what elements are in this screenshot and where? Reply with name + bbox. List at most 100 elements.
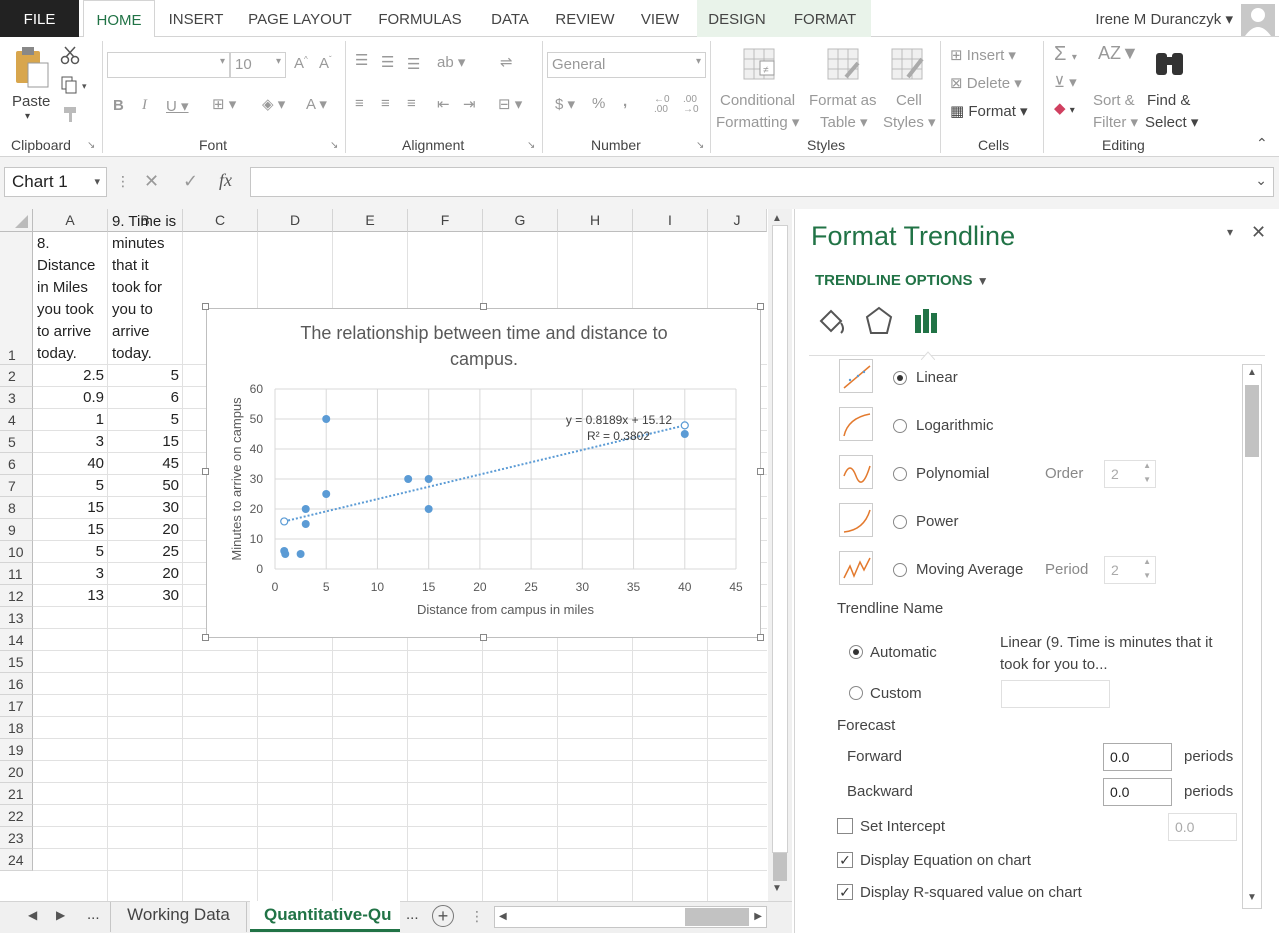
cell-styles-label-1[interactable]: Cell (896, 92, 922, 109)
format-as-table-button[interactable]: Table ▾ (820, 113, 868, 131)
row-header-14[interactable]: 14 (0, 629, 33, 651)
cell-a1-line[interactable]: today. (37, 343, 109, 365)
cell-b1-line[interactable]: took for (112, 277, 184, 299)
user-name[interactable]: Irene M Duranczyk ▾ (1095, 0, 1233, 40)
italic-icon[interactable]: I (142, 97, 147, 114)
merge-center-icon[interactable]: ⊟ ▾ (498, 95, 522, 113)
row-header-15[interactable]: 15 (0, 651, 33, 673)
trendline-endpoint-end[interactable] (680, 421, 689, 430)
delete-cells-label[interactable]: Delete (967, 75, 1010, 92)
x-tick-label[interactable]: 40 (678, 580, 692, 594)
find-select-label-2[interactable]: Select (1145, 114, 1187, 131)
x-tick-label[interactable]: 25 (524, 580, 538, 594)
set-intercept-checkbox[interactable] (837, 818, 853, 834)
x-axis-title[interactable]: Distance from campus in miles (417, 602, 594, 617)
x-tick-label[interactable]: 35 (627, 580, 641, 594)
cell-b1-line[interactable]: that it (112, 255, 184, 277)
worksheet-grid[interactable]: ABCDEFGHIJ 1 2 3 4 5 6 7 8 9 10 11 12 13 14 15 16 17 18 19… (0, 209, 767, 901)
data-point[interactable] (301, 505, 310, 513)
data-point[interactable] (322, 490, 331, 498)
name-box-dropdown-icon[interactable]: ▾ (94, 168, 100, 196)
cell-a1-line[interactable]: to arrive (37, 321, 109, 343)
conditional-formatting-button[interactable]: Formatting ▾ (716, 113, 799, 131)
y-tick-label[interactable]: 10 (250, 532, 264, 546)
vertical-scroll-thumb[interactable] (773, 853, 787, 881)
column-header-e[interactable]: E (333, 209, 408, 232)
resize-handle-left[interactable] (202, 468, 209, 475)
horizontal-scrollbar[interactable]: ◀ ▶ (494, 906, 767, 928)
data-point[interactable] (281, 550, 290, 558)
format-as-table-label-1[interactable]: Format as (809, 92, 877, 109)
trendline-options-label[interactable]: TRENDLINE OPTIONS (815, 272, 973, 289)
wrap-text-icon[interactable]: ⇌ (500, 53, 513, 71)
resize-handle-bottom-right[interactable] (757, 634, 764, 641)
tab-design[interactable]: DESIGN (700, 0, 774, 37)
column-header-j[interactable]: J (708, 209, 767, 232)
row-header-13[interactable]: 13 (0, 607, 33, 629)
conditional-formatting-icon[interactable]: ≠ (742, 47, 778, 86)
cell-a3[interactable]: 0.9 (33, 387, 108, 409)
y-tick-label[interactable]: 0 (256, 562, 263, 576)
tab-format[interactable]: FORMAT (782, 0, 868, 37)
chart[interactable]: The relationship between time and distan… (206, 308, 761, 638)
row-header-22[interactable]: 22 (0, 805, 33, 827)
chart-title-line-1[interactable]: The relationship between time and distan… (300, 323, 667, 343)
resize-handle-bottom[interactable] (480, 634, 487, 641)
autosum-icon[interactable]: Σ ▾ (1054, 43, 1077, 66)
y-tick-label[interactable]: 60 (250, 382, 264, 396)
pane-scroll-thumb[interactable] (1245, 385, 1259, 457)
intercept-input[interactable]: 0.0 (1168, 813, 1237, 841)
cell-b7[interactable]: 50 (108, 475, 183, 497)
scroll-up-icon[interactable]: ▲ (772, 213, 782, 224)
vertical-scroll-track[interactable] (772, 225, 788, 853)
font-size-combo[interactable]: 10 ▾ (230, 52, 286, 78)
cell-b12[interactable]: 30 (108, 585, 183, 607)
shrink-font-icon[interactable]: Aˇ (319, 55, 332, 72)
linear-radio[interactable] (893, 371, 907, 385)
order-value[interactable]: 2 (1111, 466, 1119, 482)
scatter-chart-svg[interactable]: The relationship between time and distan… (207, 309, 762, 639)
pane-scroll-up-icon[interactable]: ▲ (1247, 367, 1257, 378)
x-tick-label[interactable]: 5 (323, 580, 330, 594)
sheet-tab-active[interactable]: Quantitative-Qu (250, 901, 400, 932)
data-point[interactable] (296, 550, 305, 558)
backward-input[interactable]: 0.0 (1103, 778, 1172, 806)
cell-a10[interactable]: 5 (33, 541, 108, 563)
cell-a2[interactable]: 2.5 (33, 365, 108, 387)
row-header-21[interactable]: 21 (0, 783, 33, 805)
conditional-formatting-label-1[interactable]: Conditional (720, 92, 795, 109)
tab-page-layout[interactable]: PAGE LAYOUT (240, 0, 360, 37)
x-tick-label[interactable]: 10 (371, 580, 385, 594)
automatic-radio[interactable] (849, 645, 863, 659)
next-sheet-icon[interactable]: ▶ (56, 908, 65, 922)
data-point[interactable] (404, 475, 413, 483)
column-header-i[interactable]: I (633, 209, 708, 232)
clipboard-launcher-icon[interactable]: ↘ (87, 140, 95, 151)
period-spin-icon[interactable]: ▲ ▼ (1143, 555, 1151, 583)
underline-icon[interactable]: U ▾ (166, 97, 189, 115)
select-all-corner[interactable] (0, 209, 33, 232)
data-point[interactable] (680, 430, 689, 438)
vertical-scrollbar[interactable]: ▲ ▼ (768, 209, 792, 901)
formula-input[interactable]: ⌄ (250, 167, 1274, 197)
power-label[interactable]: Power (916, 513, 959, 530)
order-spin-icon[interactable]: ▲ ▼ (1143, 459, 1151, 487)
number-launcher-icon[interactable]: ↘ (696, 140, 704, 151)
order-spinner[interactable]: 2 ▲ ▼ (1104, 460, 1156, 488)
tab-insert[interactable]: INSERT (160, 0, 232, 37)
tab-review[interactable]: REVIEW (548, 0, 622, 37)
pane-scrollbar[interactable]: ▲ ▼ (1242, 364, 1262, 909)
row-header-12[interactable]: 12 (0, 585, 33, 607)
cell-b1-line[interactable]: 9. Time is (112, 211, 184, 233)
middle-align-icon[interactable]: ☰ (381, 53, 394, 71)
borders-icon[interactable]: ⊞ ▾ (212, 95, 236, 113)
x-tick-label[interactable]: 45 (729, 580, 743, 594)
x-tick-label[interactable]: 30 (576, 580, 590, 594)
row-header-4[interactable]: 4 (0, 409, 33, 431)
find-select-icon[interactable] (1152, 47, 1188, 82)
cell-b2[interactable]: 5 (108, 365, 183, 387)
cell-a8[interactable]: 15 (33, 497, 108, 519)
font-name-combo[interactable]: ▾ (107, 52, 230, 78)
sort-filter-label-1[interactable]: Sort & (1093, 92, 1135, 109)
display-equation-checkbox[interactable]: ✓ (837, 852, 853, 868)
